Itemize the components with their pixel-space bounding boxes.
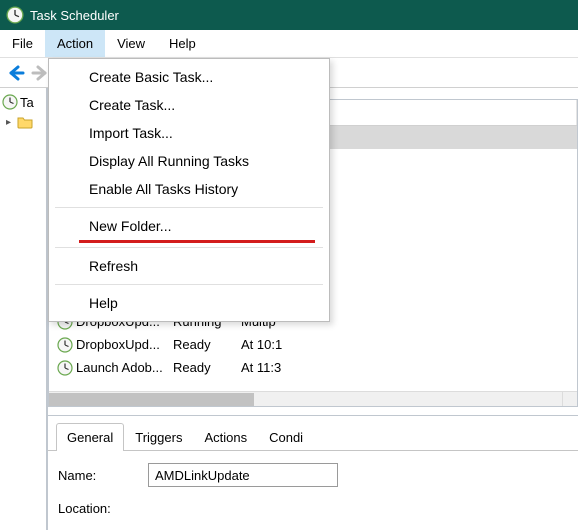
action-dropdown: Create Basic Task... Create Task... Impo… — [48, 58, 330, 322]
tree-panel: Ta ▸ — [0, 88, 48, 530]
task-trigger: At 10:1 — [237, 337, 577, 352]
field-name-input[interactable] — [148, 463, 338, 487]
menu-help[interactable]: Help — [157, 30, 208, 57]
tab-triggers[interactable]: Triggers — [124, 423, 193, 451]
task-status: Ready — [169, 337, 237, 352]
nav-forward-icon — [30, 63, 50, 83]
titlebar: Task Scheduler — [0, 0, 578, 30]
window-title: Task Scheduler — [30, 8, 119, 23]
task-name: Launch Adob... — [76, 360, 163, 375]
scrollbar-corner — [562, 391, 577, 406]
menu-action[interactable]: Action — [45, 30, 105, 57]
menu-view[interactable]: View — [105, 30, 157, 57]
menu-new-folder[interactable]: New Folder... — [49, 212, 329, 240]
folder-icon — [17, 114, 33, 130]
menu-create-basic-task[interactable]: Create Basic Task... — [49, 63, 329, 91]
annotation-underline — [79, 240, 315, 243]
menu-display-running[interactable]: Display All Running Tasks — [49, 147, 329, 175]
horizontal-scrollbar[interactable] — [49, 391, 562, 406]
menu-separator — [55, 247, 323, 248]
menu-file[interactable]: File — [0, 30, 45, 57]
tab-general[interactable]: General — [56, 423, 124, 451]
details-tabs: General Triggers Actions Condi — [48, 422, 578, 450]
menu-refresh[interactable]: Refresh — [49, 252, 329, 280]
menu-separator — [55, 284, 323, 285]
nav-back-icon[interactable] — [6, 63, 26, 83]
menu-separator — [55, 207, 323, 208]
tab-content-general: Name: Location: — [48, 450, 578, 516]
tree-expand-icon[interactable]: ▸ — [6, 117, 16, 128]
menu-help-item[interactable]: Help — [49, 289, 329, 317]
app-clock-icon — [6, 6, 24, 24]
task-clock-icon — [57, 360, 73, 376]
field-location-label: Location: — [58, 501, 148, 516]
scrollbar-thumb[interactable] — [49, 393, 254, 406]
task-clock-icon — [57, 337, 73, 353]
tab-conditions[interactable]: Condi — [258, 423, 314, 451]
menu-create-task[interactable]: Create Task... — [49, 91, 329, 119]
tab-actions[interactable]: Actions — [193, 423, 258, 451]
task-status: Ready — [169, 360, 237, 375]
menubar: File Action View Help — [0, 30, 578, 58]
field-name-label: Name: — [58, 468, 148, 483]
task-row[interactable]: DropboxUpd... ReadyAt 10:1 — [49, 333, 577, 356]
tree-root[interactable]: Ta — [2, 92, 44, 112]
task-trigger: At 11:3 — [237, 360, 577, 375]
scheduler-root-icon — [2, 94, 18, 110]
menu-enable-history[interactable]: Enable All Tasks History — [49, 175, 329, 203]
tree-child[interactable]: ▸ — [2, 112, 44, 132]
details-pane: General Triggers Actions Condi Name: Loc… — [48, 415, 578, 530]
task-name: DropboxUpd... — [76, 337, 160, 352]
tree-root-label: Ta — [20, 95, 34, 110]
menu-import-task[interactable]: Import Task... — [49, 119, 329, 147]
task-row[interactable]: Launch Adob... ReadyAt 11:3 — [49, 356, 577, 379]
